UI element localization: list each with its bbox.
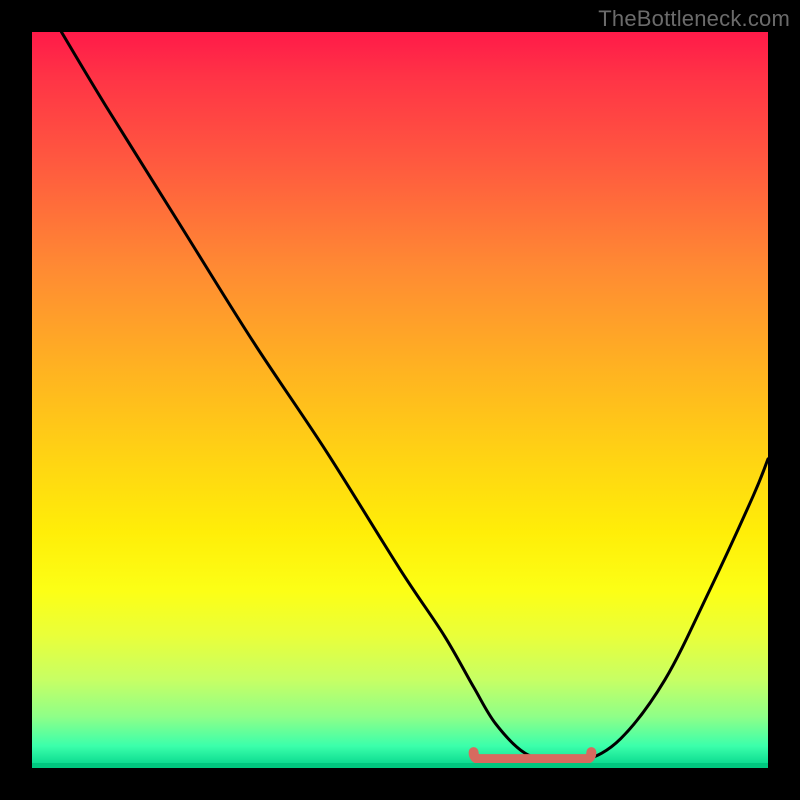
curve-layer — [32, 32, 768, 768]
baseline-accent — [32, 763, 768, 768]
bottleneck-curve — [61, 32, 768, 763]
chart-frame: TheBottleneck.com — [0, 0, 800, 800]
plot-area — [32, 32, 768, 768]
watermark: TheBottleneck.com — [598, 6, 790, 32]
trough-highlight — [474, 752, 592, 759]
